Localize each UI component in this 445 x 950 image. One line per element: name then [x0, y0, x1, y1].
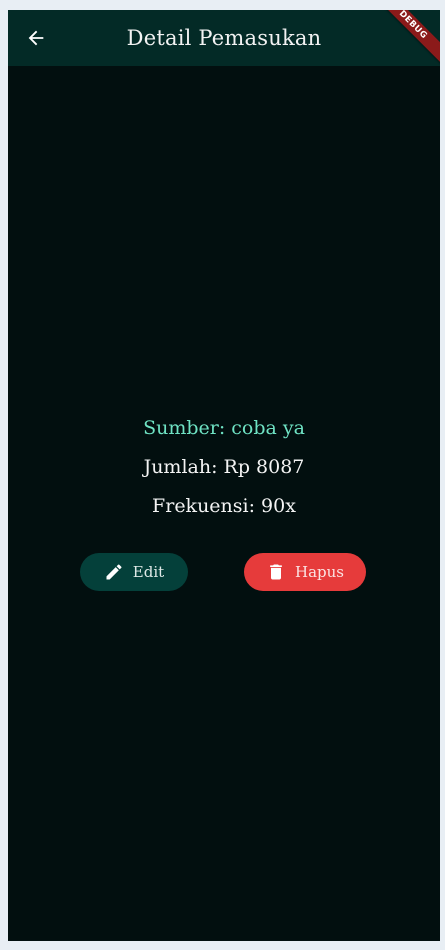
edit-button[interactable]: Edit — [80, 553, 188, 591]
delete-button-label: Hapus — [295, 563, 344, 581]
trash-icon — [266, 562, 286, 582]
arrow-left-icon — [28, 30, 44, 46]
app-bar: Detail Pemasukan — [8, 10, 440, 66]
income-detail: Sumber: coba ya Jumlah: Rp 8087 Frekuens… — [8, 416, 440, 533]
delete-button[interactable]: Hapus — [244, 553, 366, 591]
back-button[interactable] — [22, 24, 50, 52]
action-buttons: Edit Hapus — [8, 553, 440, 591]
income-source: Sumber: coba ya — [143, 417, 305, 439]
edit-button-label: Edit — [132, 563, 165, 581]
income-amount: Jumlah: Rp 8087 — [143, 456, 305, 478]
page-title: Detail Pemasukan — [126, 26, 322, 50]
app-screen: Detail Pemasukan DEBUG Sumber: coba ya J… — [8, 10, 440, 941]
pencil-icon — [104, 562, 124, 582]
income-frequency: Frekuensi: 90x — [152, 495, 296, 517]
